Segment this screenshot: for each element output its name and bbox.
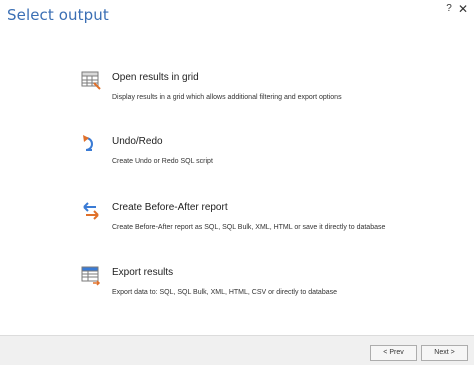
- export-icon: [80, 265, 102, 287]
- option-description: Export data to: SQL, SQL Bulk, XML, HTML…: [112, 289, 338, 296]
- option-create-before-after-report[interactable]: Create Before-After report Create Before…: [80, 200, 460, 250]
- window-title: Select output: [7, 6, 109, 24]
- option-open-results-in-grid[interactable]: Open results in grid Display results in …: [80, 70, 460, 120]
- option-title: Export results: [112, 267, 174, 278]
- option-description: Create Before-After report as SQL, SQL B…: [112, 224, 386, 231]
- close-button[interactable]: ✕: [457, 2, 469, 16]
- option-title: Undo/Redo: [112, 136, 163, 147]
- undo-redo-icon: [80, 134, 102, 156]
- before-after-icon: [80, 200, 102, 222]
- help-button[interactable]: ?: [444, 3, 454, 14]
- option-export-results[interactable]: Export results Export data to: SQL, SQL …: [80, 265, 460, 315]
- option-description: Create Undo or Redo SQL script: [112, 158, 213, 165]
- footer-bar: < Prev Next >: [0, 335, 474, 365]
- option-title: Create Before-After report: [112, 202, 228, 213]
- option-title: Open results in grid: [112, 72, 199, 83]
- grid-icon: [80, 70, 102, 92]
- option-undo-redo[interactable]: Undo/Redo Create Undo or Redo SQL script: [80, 134, 460, 184]
- next-button[interactable]: Next >: [421, 345, 468, 361]
- option-description: Display results in a grid which allows a…: [112, 94, 342, 101]
- prev-button[interactable]: < Prev: [370, 345, 417, 361]
